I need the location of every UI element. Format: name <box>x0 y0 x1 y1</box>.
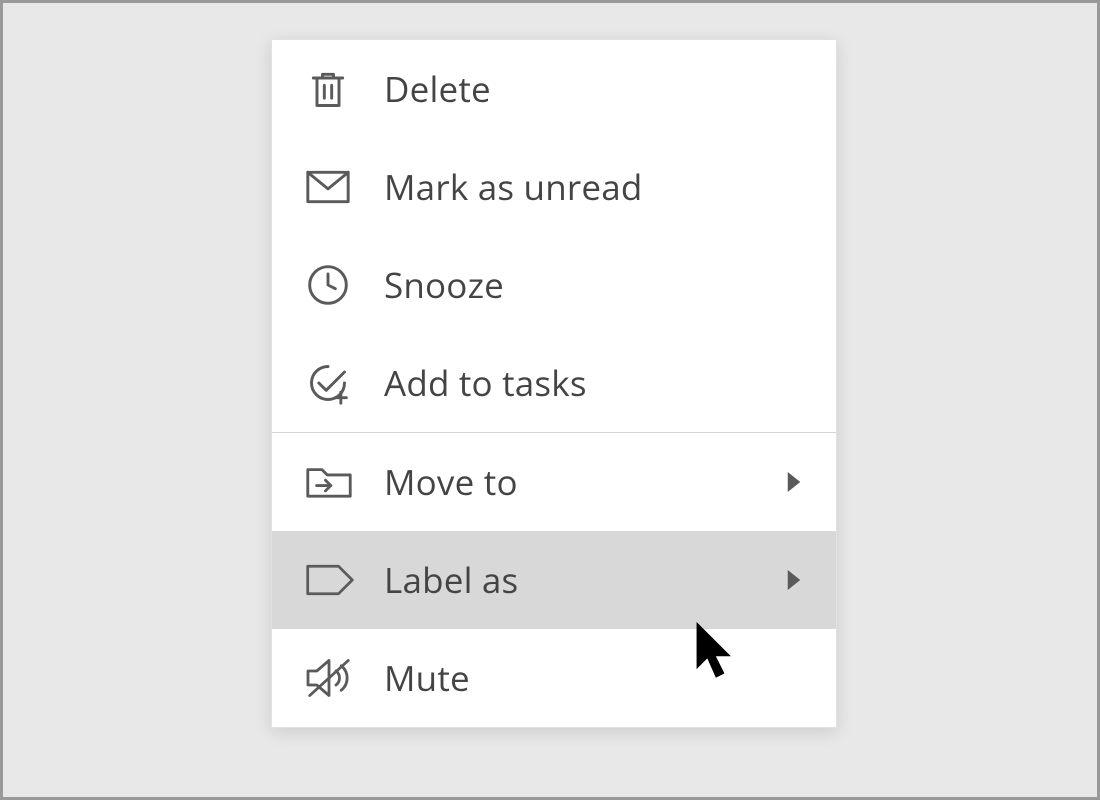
menu-item-label: Delete <box>384 66 806 113</box>
trash-icon <box>306 67 360 111</box>
clock-icon <box>306 263 360 307</box>
menu-item-add-to-tasks[interactable]: Add to tasks <box>272 334 836 432</box>
context-menu: Delete Mark as unread Snooze <box>271 39 837 728</box>
menu-item-delete[interactable]: Delete <box>272 40 836 138</box>
label-icon <box>306 562 360 598</box>
folder-move-icon <box>306 463 360 501</box>
menu-item-label: Add to tasks <box>384 360 806 407</box>
menu-item-label: Move to <box>384 459 782 506</box>
menu-item-label: Mute <box>384 655 806 702</box>
envelope-icon <box>306 169 360 205</box>
menu-item-label: Snooze <box>384 262 806 309</box>
menu-item-label-as[interactable]: Label as <box>272 531 836 629</box>
menu-item-move-to[interactable]: Move to <box>272 433 836 531</box>
menu-item-label: Label as <box>384 557 782 604</box>
add-task-icon <box>306 361 360 405</box>
menu-item-snooze[interactable]: Snooze <box>272 236 836 334</box>
menu-item-mark-unread[interactable]: Mark as unread <box>272 138 836 236</box>
menu-item-label: Mark as unread <box>384 164 806 211</box>
chevron-right-icon <box>782 472 806 492</box>
mute-icon <box>306 657 360 699</box>
menu-item-mute[interactable]: Mute <box>272 629 836 727</box>
chevron-right-icon <box>782 570 806 590</box>
